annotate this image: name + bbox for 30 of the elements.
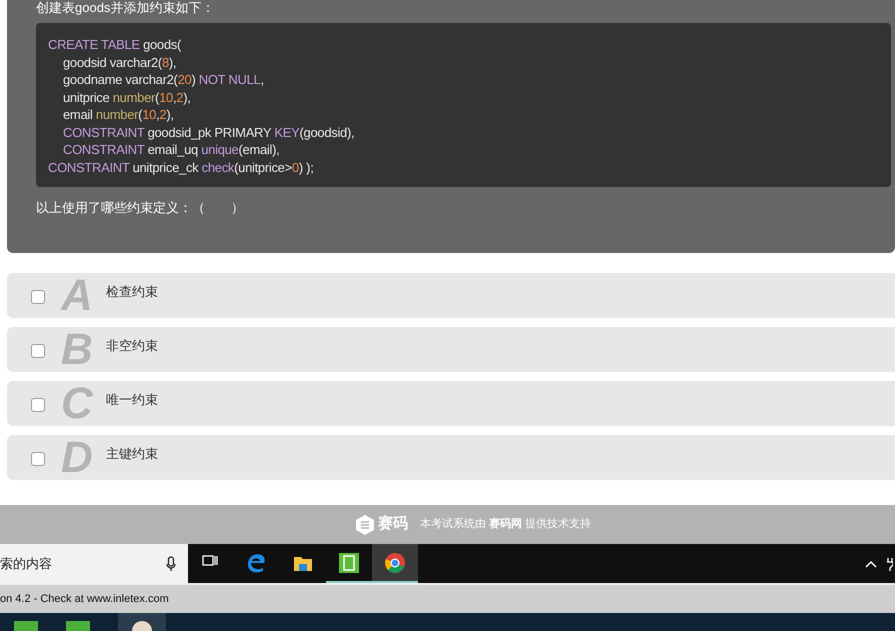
code-line: CREATE TABLE goods(: [48, 36, 182, 54]
code-line: CONSTRAINT email_uq unique(email),: [62, 141, 280, 158]
taskbar-button[interactable]: [372, 544, 418, 583]
logo-text: 赛码: [378, 514, 408, 534]
option-text: 非空约束: [106, 336, 158, 355]
app-tile-icon: [338, 552, 360, 574]
option-text: 检查约束: [106, 282, 158, 301]
option-text: 唯一约束: [106, 390, 158, 409]
search-field[interactable]: 索的内容: [0, 544, 188, 583]
support-text: 本考试系统由 赛码网 提供技术支持: [420, 516, 592, 532]
plug-icon[interactable]: [887, 556, 893, 570]
status-text: on 4.2 - Check at www.inletex.com: [0, 592, 169, 607]
code-line: goodname varchar2(20) NOT NULL,: [62, 71, 264, 88]
chevron-up-icon[interactable]: [865, 560, 877, 568]
checkbox[interactable]: [31, 344, 45, 358]
chrome-icon: [384, 552, 406, 574]
checkbox[interactable]: [31, 452, 45, 466]
code-line: unitprice number(10,2),: [62, 88, 191, 106]
code-line: goodsid varchar2(8),: [62, 54, 176, 71]
question-intro: 创建表goods并添加约束如下：: [36, 1, 214, 15]
code-line: CONSTRAINT unitprice_ck check(unitprice>0) );: [48, 158, 314, 176]
microphone-icon: [166, 556, 176, 572]
option-text: 主键约束: [106, 444, 158, 463]
question-prompt: 以上使用了哪些约束定义：（ ）: [36, 199, 244, 217]
app-tile[interactable]: [118, 613, 166, 631]
logo-icon: [354, 514, 376, 536]
checkbox[interactable]: [31, 398, 45, 412]
code-line: email number(10,2),: [62, 106, 174, 124]
code-line: CONSTRAINT goodsid_pk PRIMARY KEY(goodsid),: [62, 124, 354, 141]
checkbox[interactable]: [31, 290, 45, 304]
